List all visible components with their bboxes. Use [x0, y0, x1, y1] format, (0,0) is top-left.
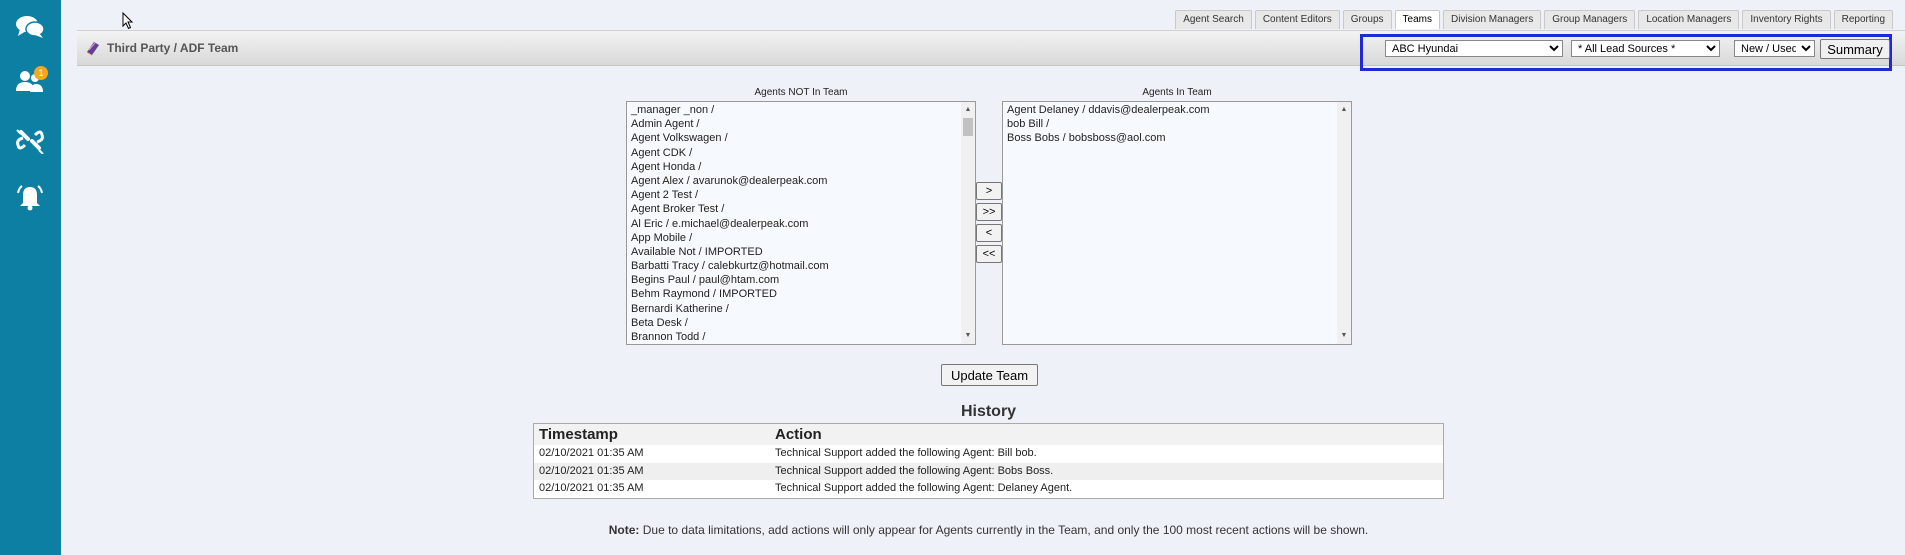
scrollbar[interactable]: ▲ ▼ — [1337, 102, 1351, 344]
list-item[interactable]: Bernardi Katherine / — [627, 302, 961, 316]
column-header-action: Action — [775, 426, 822, 443]
link-icon[interactable] — [12, 125, 48, 155]
list-item[interactable]: Agent Broker Test / — [627, 202, 961, 216]
add-one-button[interactable]: > — [976, 182, 1002, 200]
timestamp-cell: 02/10/2021 01:35 AM — [539, 482, 644, 494]
list-item[interactable]: Available Not / IMPORTED — [627, 245, 961, 259]
scrollbar[interactable]: ▲ ▼ — [961, 102, 975, 344]
tab-teams[interactable]: Teams — [1394, 10, 1440, 29]
list-item[interactable]: Agent 2 Test / — [627, 188, 961, 202]
summary-button[interactable]: Summary — [1820, 39, 1890, 59]
app-sidebar: 1 — [0, 0, 61, 555]
list-item[interactable]: Begins Paul / paul@htam.com — [627, 273, 961, 287]
remove-one-button[interactable]: < — [976, 224, 1002, 242]
update-team-button[interactable]: Update Team — [941, 364, 1038, 386]
list-item[interactable]: Al Eric / e.michael@dealerpeak.com — [627, 217, 961, 231]
list-item[interactable]: Agent Alex / avarunok@dealerpeak.com — [627, 174, 961, 188]
add-all-button[interactable]: >> — [976, 203, 1002, 221]
history-note: Note: Due to data limitations, add actio… — [533, 523, 1444, 537]
note-label: Note: — [608, 523, 640, 537]
list-item[interactable]: Admin Agent / — [627, 117, 961, 131]
list-item[interactable]: bob Bill / — [1003, 117, 1337, 131]
agents-not-in-team-list[interactable]: _manager _non / Admin Agent / Agent Volksw… — [626, 101, 976, 345]
tab-agent-search[interactable]: Agent Search — [1175, 10, 1252, 29]
history-title: History — [960, 403, 1017, 420]
tab-group-managers[interactable]: Group Managers — [1544, 10, 1636, 29]
table-row: 02/10/2021 01:35 AM Technical Support ad… — [534, 480, 1443, 498]
book-icon — [85, 40, 101, 59]
agents-in-team-list[interactable]: Agent Delaney / ddavis@dealerpeak.com bob… — [1002, 101, 1352, 345]
tab-content-editors[interactable]: Content Editors — [1254, 10, 1340, 29]
table-row: 02/10/2021 01:35 AM Technical Support ad… — [534, 462, 1443, 480]
list-item[interactable]: Agent Volkswagen / — [627, 131, 961, 145]
list-item[interactable]: Beta Desk / — [627, 316, 961, 330]
agents-not-in-team-caption: Agents NOT In Team — [754, 87, 848, 98]
table-row: 02/10/2021 01:35 AM Technical Support ad… — [534, 445, 1443, 463]
column-header-timestamp: Timestamp — [539, 426, 618, 443]
scroll-up-icon[interactable]: ▲ — [961, 104, 975, 116]
remove-all-button[interactable]: << — [976, 245, 1002, 263]
scroll-down-icon[interactable]: ▼ — [1337, 330, 1351, 342]
notification-badge: 1 — [34, 66, 48, 80]
list-item[interactable]: Agent Delaney / ddavis@dealerpeak.com — [1003, 103, 1337, 117]
action-cell: Technical Support added the following Ag… — [775, 482, 1073, 494]
agents-in-team-caption: Agents In Team — [1142, 87, 1212, 98]
action-cell: Technical Support added the following Ag… — [775, 447, 1037, 459]
list-item[interactable]: Boss Bobs / bobsboss@aol.com — [1003, 131, 1337, 145]
tab-groups[interactable]: Groups — [1342, 10, 1392, 29]
bell-icon[interactable] — [12, 182, 48, 212]
scroll-down-icon[interactable]: ▼ — [961, 330, 975, 342]
condition-select[interactable]: New / Used — [1734, 40, 1815, 57]
page-title: Third Party / ADF Team — [107, 41, 239, 55]
users-icon[interactable]: 1 — [12, 66, 48, 96]
history-table: Timestamp Action 02/10/2021 01:35 AM Tec… — [533, 423, 1444, 499]
list-item[interactable]: Agent CDK / — [627, 146, 961, 160]
action-cell: Technical Support added the following Ag… — [775, 464, 1054, 477]
lead-source-select[interactable]: * All Lead Sources * — [1571, 40, 1720, 57]
tab-bar: Agent Search Content Editors Groups Team… — [1175, 10, 1893, 29]
tab-division-managers[interactable]: Division Managers — [1443, 10, 1542, 29]
list-item[interactable]: _manager _non / — [627, 103, 961, 117]
tab-inventory-rights[interactable]: Inventory Rights — [1742, 10, 1831, 29]
list-item[interactable]: Behm Raymond / IMPORTED — [627, 287, 961, 301]
note-text: Due to data limitations, add actions wil… — [639, 523, 1369, 537]
list-item[interactable]: App Mobile / — [627, 231, 961, 245]
history-header-row: Timestamp Action — [534, 424, 1443, 445]
tab-location-managers[interactable]: Location Managers — [1638, 10, 1740, 29]
dealer-select[interactable]: ABC Hyundai — [1385, 40, 1563, 57]
chat-icon[interactable] — [12, 12, 48, 42]
timestamp-cell: 02/10/2021 01:35 AM — [539, 447, 644, 459]
tab-reporting[interactable]: Reporting — [1833, 10, 1893, 29]
list-item[interactable]: Agent Honda / — [627, 160, 961, 174]
timestamp-cell: 02/10/2021 01:35 AM — [539, 464, 644, 477]
scroll-thumb[interactable] — [963, 118, 973, 136]
list-item[interactable]: Barbatti Tracy / calebkurtz@hotmail.com — [627, 259, 961, 273]
list-item[interactable]: Brannon Todd / — [627, 330, 961, 344]
scroll-up-icon[interactable]: ▲ — [1337, 104, 1351, 116]
